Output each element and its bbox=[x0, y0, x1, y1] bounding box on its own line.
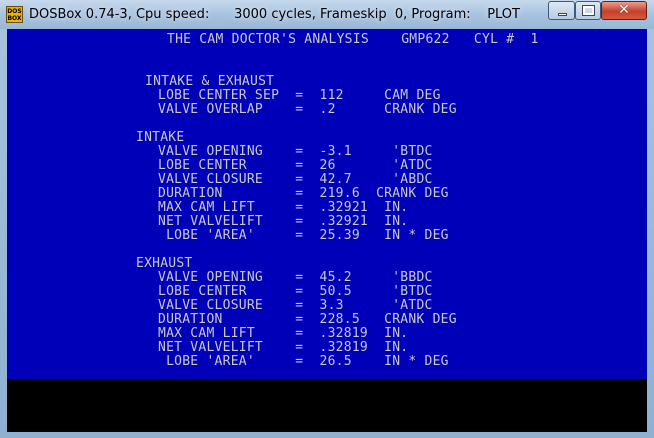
dosbox-icon[interactable]: DOS BOX bbox=[6, 6, 23, 23]
exhaust-row: VALVE OPENING = 45.2 'BBDC bbox=[158, 270, 433, 285]
close-icon: ✕ bbox=[618, 2, 630, 18]
intake-exhaust-heading: INTAKE & EXHAUST bbox=[145, 74, 275, 89]
intake-row: LOBE 'AREA' = 25.39 IN * DEG bbox=[158, 228, 449, 243]
intake-heading: INTAKE bbox=[136, 130, 185, 145]
minimize-button[interactable] bbox=[548, 1, 575, 20]
maximize-icon bbox=[582, 5, 595, 16]
title-bar[interactable]: DOS BOX DOSBox 0.74-3, Cpu speed: 3000 c… bbox=[0, 0, 654, 29]
exhaust-row: LOBE 'AREA' = 26.5 IN * DEG bbox=[158, 354, 449, 369]
intake-row: MAX CAM LIFT = .32921 IN. bbox=[158, 200, 409, 215]
exhaust-heading: EXHAUST bbox=[136, 256, 193, 271]
exhaust-row: NET VALVELIFT = .32819 IN. bbox=[158, 340, 409, 355]
exhaust-row: MAX CAM LIFT = .32819 IN. bbox=[158, 326, 409, 341]
minimize-icon bbox=[558, 13, 567, 16]
intake-row: LOBE CENTER = 26 'ATDC bbox=[158, 158, 433, 173]
exhaust-row: LOBE CENTER = 50.5 'BTDC bbox=[158, 284, 433, 299]
intake-row: NET VALVELIFT = .32921 IN. bbox=[158, 214, 409, 229]
close-button[interactable]: ✕ bbox=[601, 1, 647, 20]
valve-overlap-row: VALVE OVERLAP = .2 CRANK DEG bbox=[158, 102, 457, 117]
dosbox-window: DOS BOX DOSBox 0.74-3, Cpu speed: 3000 c… bbox=[0, 0, 654, 438]
exhaust-row: DURATION = 228.5 CRANK DEG bbox=[158, 312, 457, 327]
lobe-center-sep-row: LOBE CENTER SEP = 112 CAM DEG bbox=[158, 88, 441, 103]
intake-row: VALVE CLOSURE = 42.7 'ABDC bbox=[158, 172, 433, 187]
intake-row: DURATION = 219.6 CRANK DEG bbox=[158, 186, 449, 201]
window-title: DOSBox 0.74-3, Cpu speed: 3000 cycles, F… bbox=[29, 7, 520, 22]
dos-screen-bottom bbox=[7, 379, 647, 432]
maximize-button[interactable] bbox=[575, 1, 601, 20]
dos-screen[interactable]: THE CAM DOCTOR'S ANALYSIS GMP622 CYL # 1… bbox=[7, 29, 647, 379]
intake-row: VALVE OPENING = -3.1 'BTDC bbox=[158, 144, 433, 159]
report-header: THE CAM DOCTOR'S ANALYSIS GMP622 CYL # 1 bbox=[167, 32, 539, 47]
exhaust-row: VALVE CLOSURE = 3.3 'ATDC bbox=[158, 298, 433, 313]
